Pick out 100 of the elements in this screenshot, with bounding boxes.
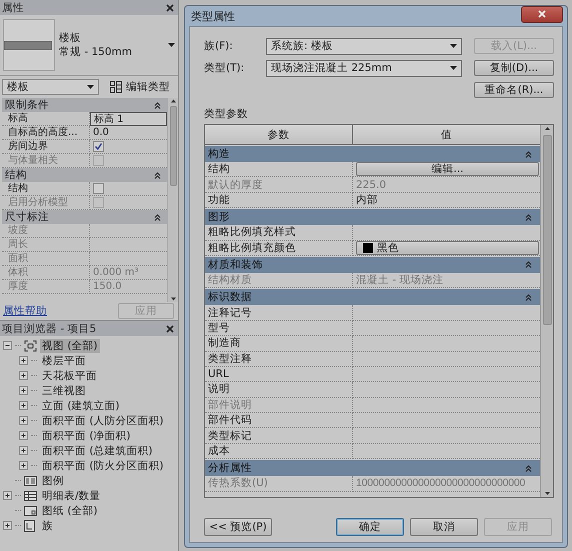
group-header[interactable]: 材质和装饰 (205, 256, 540, 273)
expander-icon[interactable] (19, 356, 28, 365)
group-header[interactable]: 构造 (205, 146, 540, 162)
tree-item[interactable]: 三维视图 (40, 384, 88, 398)
parameter-name: 功能 (205, 192, 353, 208)
collapse-icon[interactable] (525, 214, 532, 221)
parameter-name: 制造商 (205, 336, 353, 352)
checkbox[interactable] (93, 183, 104, 194)
column-header[interactable]: 参数 (205, 125, 353, 144)
tree-item[interactable]: 面积平面 (总建筑面积) (40, 444, 155, 458)
edit-button[interactable]: 编辑... (356, 162, 539, 176)
edit-type-button[interactable]: 编辑类型 (104, 79, 176, 95)
color-picker-button[interactable]: 黑色 (356, 240, 539, 255)
collapse-icon[interactable] (525, 261, 532, 268)
group-header[interactable]: 结构 (2, 168, 167, 182)
parameter-name: 粗略比例填充样式 (205, 225, 353, 241)
sheet-icon (24, 504, 37, 516)
scroll-up-icon[interactable] (170, 98, 176, 104)
property-label: 房间边界 (2, 140, 90, 154)
collapse-icon[interactable] (154, 172, 161, 178)
view-frame-icon (24, 340, 37, 352)
scroll-down-icon[interactable] (544, 489, 550, 497)
expander-icon[interactable] (19, 371, 28, 380)
parameter-name: 说明 (205, 382, 353, 398)
property-label: 结构 (2, 182, 90, 196)
field-label: 族(F): (204, 39, 234, 53)
tree-item[interactable]: 楼层平面 (40, 354, 88, 368)
parameter-name: 成本 (205, 444, 353, 460)
family-dropdown[interactable]: 系统族: 楼板 (266, 38, 462, 54)
caret-icon (450, 66, 457, 70)
close-icon[interactable] (166, 4, 174, 12)
collapse-icon[interactable] (525, 294, 532, 301)
scroll-up-icon[interactable] (544, 125, 550, 133)
caret-icon (168, 43, 175, 47)
group-header[interactable]: 分析属性 (205, 460, 540, 476)
expander-icon[interactable] (19, 416, 28, 425)
collapse-icon[interactable] (154, 102, 161, 108)
panel-title: 属性 (2, 0, 24, 14)
expander-icon[interactable] (3, 521, 12, 530)
close-icon (538, 10, 546, 18)
parameter-name: 结构材质 (205, 272, 353, 288)
property-label: 自标高的高度... (2, 126, 90, 140)
parameter-name: 部件代码 (205, 413, 353, 428)
type-selector[interactable]: 楼板 常规 - 150mm (0, 15, 178, 76)
expander-icon[interactable] (19, 461, 28, 470)
collapse-icon[interactable] (525, 150, 532, 158)
level-field[interactable]: 标高 1 (90, 112, 167, 126)
tree-item[interactable]: 图例 (40, 474, 66, 488)
expander-icon[interactable] (3, 491, 12, 500)
group-header[interactable]: 尺寸标注 (2, 210, 167, 224)
group-header[interactable]: 标识数据 (205, 289, 540, 306)
scrollbar[interactable] (167, 98, 178, 302)
tree-item[interactable]: 天花板平面 (40, 368, 99, 382)
panel-title: 项目浏览器 - 项目5 (2, 322, 96, 336)
expander-icon[interactable] (19, 386, 28, 395)
checkbox[interactable] (93, 141, 104, 152)
preview-button[interactable]: << 预览(P) (204, 518, 272, 536)
tree-item[interactable]: 立面 (建筑立面) (40, 398, 122, 412)
close-icon[interactable] (166, 324, 174, 332)
scrollbar[interactable] (540, 125, 553, 497)
type-dropdown[interactable]: 现场浇注混凝土 225mm (266, 60, 462, 76)
scroll-down-icon[interactable] (170, 296, 176, 302)
close-button[interactable] (521, 6, 563, 22)
legend-icon (24, 474, 37, 486)
floor-slab-drawing (4, 40, 52, 50)
dialog-button[interactable]: 确定 (336, 518, 404, 536)
tree-item[interactable]: 面积平面 (净面积) (40, 428, 133, 442)
rename-button[interactable]: 重命名(R)... (474, 82, 554, 98)
parameter-name: URL (205, 366, 353, 382)
expander-icon[interactable] (19, 401, 28, 410)
tree-item[interactable]: 图纸 (全部) (40, 504, 100, 518)
collapse-icon[interactable] (525, 464, 532, 472)
tree-item[interactable]: 明细表/数量 (40, 488, 103, 502)
duplicate-button[interactable]: 复制(D)... (474, 60, 554, 76)
tree-item[interactable]: 面积平面 (防火分区面积) (40, 458, 166, 472)
collapse-icon[interactable] (154, 214, 161, 220)
group-header[interactable]: 图形 (205, 209, 540, 226)
tree-item[interactable]: 面积平面 (人防分区面积) (40, 414, 166, 428)
family-icon (24, 520, 37, 532)
property-label: 坡度 (2, 224, 90, 238)
parameter-name: 类型标记 (205, 428, 353, 444)
tree-item[interactable]: 族 (40, 518, 55, 532)
property-label: 周长 (2, 238, 90, 252)
group-title: 材质和装饰 (208, 258, 263, 272)
field-label: 类型(T): (204, 61, 246, 75)
caret-icon (87, 85, 94, 89)
section-title: 类型参数 (204, 107, 249, 121)
tree-item[interactable]: 视图 (全部) (40, 338, 100, 352)
property-label: 厚度 (2, 280, 90, 294)
category-dropdown[interactable]: 楼板 (2, 79, 99, 95)
dialog-button[interactable]: 取消 (410, 518, 478, 536)
expander-icon[interactable] (19, 446, 28, 455)
column-header[interactable]: 值 (353, 125, 540, 144)
expander-icon[interactable] (3, 341, 12, 350)
table-icon (24, 490, 37, 502)
parameter-name: 注释记号 (205, 305, 353, 321)
expander-icon[interactable] (19, 431, 28, 440)
property-label: 面积 (2, 252, 90, 266)
help-link[interactable]: 属性帮助 (3, 304, 47, 318)
group-header[interactable]: 限制条件 (2, 98, 167, 112)
